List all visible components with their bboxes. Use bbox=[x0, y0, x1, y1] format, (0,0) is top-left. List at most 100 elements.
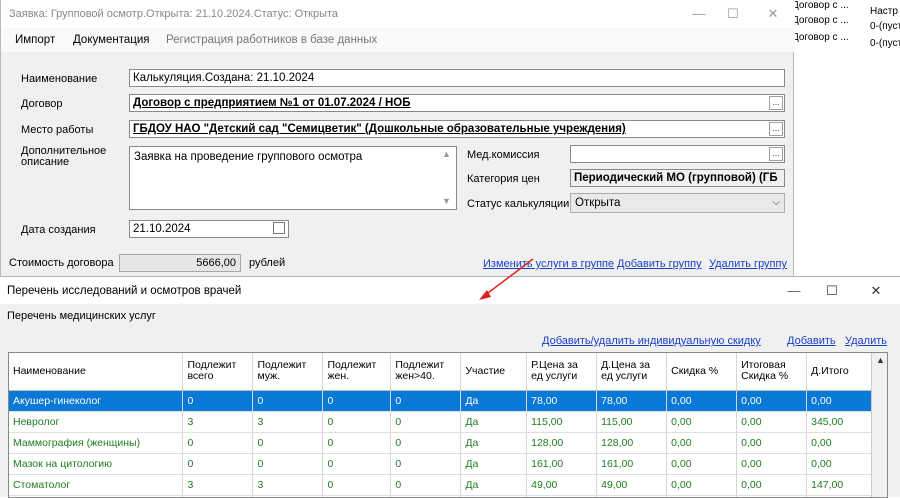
minimize-button[interactable]: — bbox=[685, 4, 713, 24]
add-service-link[interactable]: Добавить bbox=[787, 335, 836, 347]
table-cell[interactable]: 0,00 bbox=[806, 453, 873, 475]
menu-import[interactable]: Импорт bbox=[15, 34, 55, 46]
table-cell[interactable]: 0 bbox=[322, 432, 392, 454]
table-cell[interactable]: 0,00 bbox=[666, 411, 738, 433]
individual-discount-link[interactable]: Добавить/удалить индивидуальную скидку bbox=[542, 335, 761, 347]
table-cell[interactable]: 115,00 bbox=[596, 411, 668, 433]
table-cell[interactable]: 0 bbox=[182, 390, 254, 412]
table-cell[interactable]: Мазок на цитологию bbox=[9, 453, 184, 475]
created-date-field[interactable]: 21.10.2024 bbox=[129, 220, 289, 238]
table-cell[interactable]: 3 bbox=[182, 411, 254, 433]
edit-group-services-link[interactable]: Изменить услуги в группе bbox=[483, 258, 614, 270]
created-date-checkbox[interactable] bbox=[273, 222, 285, 234]
table-cell[interactable]: 147,00 bbox=[806, 474, 873, 496]
table-cell[interactable]: 128,00 bbox=[526, 432, 598, 454]
table-row[interactable]: Маммография (женщины) 0 0 0 0 Да 128,00 128,00 0… bbox=[9, 432, 873, 454]
description-textarea[interactable]: Заявка на проведение группового осмотра bbox=[129, 146, 457, 210]
table-cell[interactable]: Да bbox=[460, 474, 528, 496]
delete-group-link[interactable]: Удалить группу bbox=[709, 258, 787, 270]
table-cell[interactable]: 3 bbox=[252, 411, 324, 433]
table-cell[interactable]: 115,00 bbox=[526, 411, 598, 433]
table-cell[interactable]: Да bbox=[460, 390, 528, 412]
column-header[interactable]: Подлежит жен>40. bbox=[390, 353, 462, 391]
table-cell[interactable]: 78,00 bbox=[526, 390, 598, 412]
column-header[interactable]: Подлежит всего bbox=[182, 353, 254, 391]
table-cell[interactable]: 0 bbox=[390, 474, 462, 496]
bg-list-row[interactable]: Договор с ...0-(пуст bbox=[792, 29, 900, 49]
table-cell[interactable]: 0,00 bbox=[806, 390, 873, 412]
table-cell[interactable]: 0 bbox=[390, 390, 462, 412]
close-button[interactable]: ✕ bbox=[862, 281, 890, 301]
grid-scrollbar[interactable]: ▲ bbox=[871, 353, 887, 497]
column-header[interactable]: Подлежит жен. bbox=[322, 353, 392, 391]
contract-select-button[interactable]: ... bbox=[769, 96, 783, 110]
table-cell[interactable]: 0,00 bbox=[736, 453, 808, 475]
table-cell[interactable]: 0,00 bbox=[666, 432, 738, 454]
minimize-button[interactable]: — bbox=[780, 281, 808, 301]
table-cell[interactable]: 0,00 bbox=[666, 474, 738, 496]
column-header[interactable]: Р.Цена за ед услуги bbox=[526, 353, 598, 391]
services-titlebar[interactable]: Перечень исследований и осмотров врачей … bbox=[0, 277, 900, 304]
table-cell[interactable]: 0,00 bbox=[666, 453, 738, 475]
table-cell[interactable]: 0 bbox=[252, 432, 324, 454]
table-cell[interactable]: 3 bbox=[182, 474, 254, 496]
bg-list-row[interactable]: Договор с ...0-(пуст bbox=[792, 12, 900, 32]
column-header[interactable]: Подлежит муж. bbox=[252, 353, 324, 391]
maximize-button[interactable]: ☐ bbox=[719, 4, 747, 24]
scroll-up-icon[interactable]: ▲ bbox=[876, 355, 885, 365]
scroll-up-icon[interactable]: ▲ bbox=[442, 149, 451, 159]
table-cell[interactable]: Невролог bbox=[9, 411, 184, 433]
column-header[interactable]: Итоговая Скидка % bbox=[736, 353, 808, 391]
table-cell[interactable]: 0 bbox=[252, 453, 324, 475]
menu-documentation[interactable]: Документация bbox=[73, 34, 150, 46]
table-cell[interactable]: 0,00 bbox=[806, 432, 873, 454]
table-cell[interactable]: Да bbox=[460, 411, 528, 433]
delete-service-link[interactable]: Удалить bbox=[845, 335, 887, 347]
calc-status-combo[interactable]: Открыта ⌵ bbox=[570, 193, 785, 213]
table-cell[interactable]: 0,00 bbox=[736, 390, 808, 412]
table-cell[interactable]: 0 bbox=[390, 411, 462, 433]
table-cell[interactable]: 0 bbox=[322, 453, 392, 475]
table-row[interactable]: Стоматолог 3 3 0 0 Да 49,00 49,00 0,00 0,00 147,00 bbox=[9, 474, 873, 496]
request-titlebar[interactable]: Заявка: Групповой осмотр.Открыта: 21.10.… bbox=[1, 0, 795, 28]
name-field[interactable]: Калькуляция.Создана: 21.10.2024 bbox=[129, 69, 785, 87]
table-cell[interactable]: Да bbox=[460, 432, 528, 454]
workplace-select-button[interactable]: ... bbox=[769, 122, 783, 136]
contract-field[interactable]: Договор с предприятием №1 от 01.07.2024 … bbox=[129, 94, 785, 112]
table-row[interactable]: Акушер-гинеколог 0 0 0 0 Да 78,00 78,00 0,00 0,00… bbox=[9, 390, 873, 412]
table-cell[interactable]: 0 bbox=[390, 453, 462, 475]
scroll-down-icon[interactable]: ▼ bbox=[442, 196, 451, 206]
table-cell[interactable]: 49,00 bbox=[596, 474, 668, 496]
table-cell[interactable]: 0 bbox=[322, 411, 392, 433]
table-cell[interactable]: Маммография (женщины) bbox=[9, 432, 184, 454]
table-cell[interactable]: 0 bbox=[182, 432, 254, 454]
table-cell[interactable]: 49,00 bbox=[526, 474, 598, 496]
column-header[interactable]: Участие bbox=[460, 353, 528, 391]
close-button[interactable]: ✕ bbox=[759, 4, 787, 24]
table-cell[interactable]: 345,00 bbox=[806, 411, 873, 433]
table-cell[interactable]: 161,00 bbox=[596, 453, 668, 475]
table-cell[interactable]: Да bbox=[460, 453, 528, 475]
table-cell[interactable]: 0,00 bbox=[666, 390, 738, 412]
table-cell[interactable]: 0,00 bbox=[736, 411, 808, 433]
menu-register-workers[interactable]: Регистрация работников в базе данных bbox=[166, 34, 377, 46]
table-cell[interactable]: 0,00 bbox=[736, 432, 808, 454]
table-row[interactable]: Мазок на цитологию 0 0 0 0 Да 161,00 161,00 0,00… bbox=[9, 453, 873, 475]
column-header[interactable]: Скидка % bbox=[666, 353, 738, 391]
table-cell[interactable]: 0 bbox=[182, 453, 254, 475]
commission-field[interactable] bbox=[570, 145, 785, 163]
services-grid[interactable]: Наименование Подлежит всего Подлежит муж… bbox=[8, 352, 888, 498]
price-category-field[interactable]: Периодический МО (групповой) (ГБ bbox=[570, 169, 785, 187]
table-cell[interactable]: 78,00 bbox=[596, 390, 668, 412]
column-header[interactable]: Наименование bbox=[9, 353, 184, 391]
table-cell[interactable]: 0 bbox=[252, 390, 324, 412]
column-header[interactable]: Д.Цена за ед услуги bbox=[596, 353, 668, 391]
table-cell[interactable]: Акушер-гинеколог bbox=[9, 390, 184, 412]
column-header[interactable]: Д.Итого bbox=[806, 353, 873, 391]
table-cell[interactable]: 0 bbox=[322, 474, 392, 496]
table-cell[interactable]: 0 bbox=[322, 390, 392, 412]
table-cell[interactable]: 161,00 bbox=[526, 453, 598, 475]
table-cell[interactable]: 3 bbox=[252, 474, 324, 496]
workplace-field[interactable]: ГБДОУ НАО "Детский сад "Семицветик" (Дош… bbox=[129, 120, 785, 138]
commission-select-button[interactable]: ... bbox=[769, 147, 783, 161]
